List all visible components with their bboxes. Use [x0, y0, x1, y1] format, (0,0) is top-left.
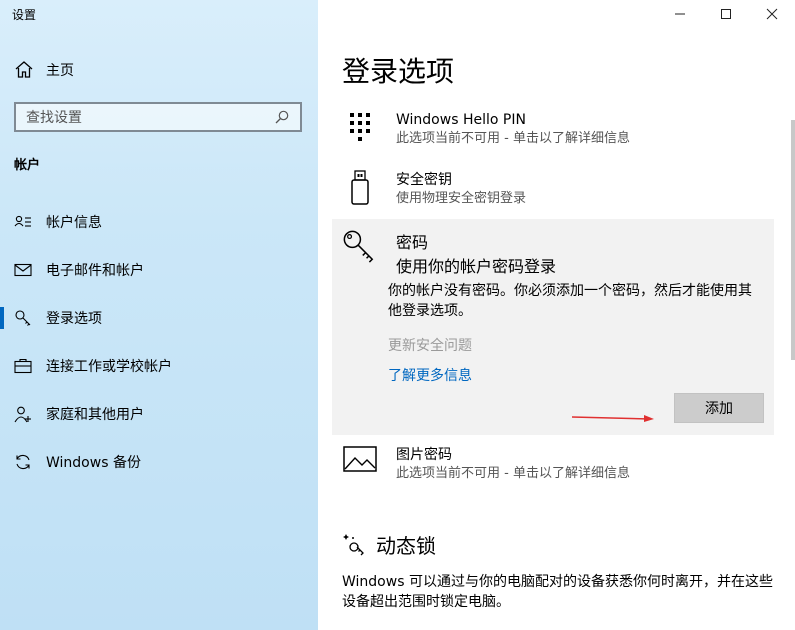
dynamic-lock-icon — [343, 533, 364, 555]
maximize-button[interactable] — [703, 0, 749, 28]
sync-icon — [14, 453, 32, 471]
option-desc: 使用物理安全密钥登录 — [396, 191, 527, 206]
dynamic-lock-title: 动态锁 — [376, 534, 436, 558]
sidebar-item-backup[interactable]: Windows 备份 — [0, 438, 318, 486]
option-name: 安全密钥 — [396, 172, 452, 188]
option-picture-password[interactable]: 图片密码 此选项当前不可用 - 单击以了解详细信息 — [332, 445, 774, 483]
main-content: 登录选项 Windows Hello PIN 此选项当前不可用 - 单击以了解详… — [318, 0, 795, 630]
section-title: 帐户 — [14, 158, 41, 173]
dynamic-lock-heading: 动态锁 — [342, 530, 436, 559]
sidebar-item-label: 电子邮件和帐户 — [46, 263, 144, 279]
window-controls — [657, 0, 795, 28]
close-button[interactable] — [749, 0, 795, 28]
option-name: 图片密码 — [396, 447, 452, 463]
sidebar-item-work-school[interactable]: 连接工作或学校帐户 — [0, 342, 318, 390]
search-input[interactable]: 查找设置 — [14, 102, 302, 132]
sidebar: 设置 主页 查找设置 帐户 帐户信息 电子邮件和帐户 登录选项 连接工作或学校帐… — [0, 0, 318, 630]
sidebar-item-label: Windows 备份 — [46, 455, 141, 471]
add-password-button[interactable]: 添加 — [674, 393, 764, 423]
sidebar-nav: 帐户信息 电子邮件和帐户 登录选项 连接工作或学校帐户 家庭和其他用户 Wind… — [0, 198, 318, 486]
learn-more-link[interactable]: 了解更多信息 — [388, 365, 472, 385]
briefcase-icon — [14, 357, 32, 375]
page-title: 登录选项 — [342, 55, 455, 88]
search-icon — [275, 110, 289, 124]
minimize-icon — [675, 13, 685, 15]
password-key-icon — [342, 229, 378, 265]
option-desc: 此选项当前不可用 - 单击以了解详细信息 — [396, 466, 630, 481]
window-title: 设置 — [12, 8, 37, 22]
search-placeholder: 查找设置 — [26, 110, 82, 126]
option-password[interactable]: 密码 使用你的帐户密码登录 — [332, 229, 774, 277]
option-desc: 此选项当前不可用 - 单击以了解详细信息 — [396, 131, 630, 146]
account-info-icon — [14, 213, 32, 231]
pin-keypad-icon — [342, 110, 378, 146]
red-arrow-annotation — [571, 415, 654, 422]
picture-icon — [342, 445, 378, 481]
option-name: Windows Hello PIN — [396, 112, 526, 128]
option-desc: 使用你的帐户密码登录 — [396, 257, 557, 276]
usb-key-icon — [342, 170, 378, 206]
key-icon — [14, 309, 32, 327]
close-icon — [766, 8, 778, 20]
sidebar-item-account-info[interactable]: 帐户信息 — [0, 198, 318, 246]
home-label: 主页 — [46, 63, 74, 79]
sidebar-item-label: 帐户信息 — [46, 215, 102, 231]
option-name: 密码 — [396, 233, 429, 252]
mail-icon — [14, 261, 32, 279]
person-add-icon — [14, 405, 32, 423]
minimize-button[interactable] — [657, 0, 703, 28]
password-panel: 密码 使用你的帐户密码登录 你的帐户没有密码。你必须添加一个密码，然后才能使用其… — [332, 219, 774, 435]
sidebar-item-family[interactable]: 家庭和其他用户 — [0, 390, 318, 438]
sidebar-item-label: 家庭和其他用户 — [46, 407, 144, 423]
option-security-key[interactable]: 安全密钥 使用物理安全密钥登录 — [332, 170, 774, 208]
sidebar-item-label: 连接工作或学校帐户 — [46, 359, 172, 375]
maximize-icon — [721, 9, 731, 19]
home-icon — [15, 61, 33, 78]
sidebar-item-label: 登录选项 — [46, 311, 102, 327]
password-message: 你的帐户没有密码。你必须添加一个密码，然后才能使用其他登录选项。 — [388, 283, 752, 319]
option-hello-pin[interactable]: Windows Hello PIN 此选项当前不可用 - 单击以了解详细信息 — [332, 110, 774, 148]
scrollbar[interactable] — [791, 120, 795, 360]
sidebar-item-sign-in-options[interactable]: 登录选项 — [0, 294, 318, 342]
sidebar-item-email[interactable]: 电子邮件和帐户 — [0, 246, 318, 294]
update-security-questions-link: 更新安全问题 — [388, 338, 472, 354]
dynamic-lock-desc: Windows 可以通过与你的电脑配对的设备获悉你何时离开，并在这些设备超出范围… — [342, 574, 773, 610]
home-button[interactable]: 主页 — [14, 60, 74, 80]
